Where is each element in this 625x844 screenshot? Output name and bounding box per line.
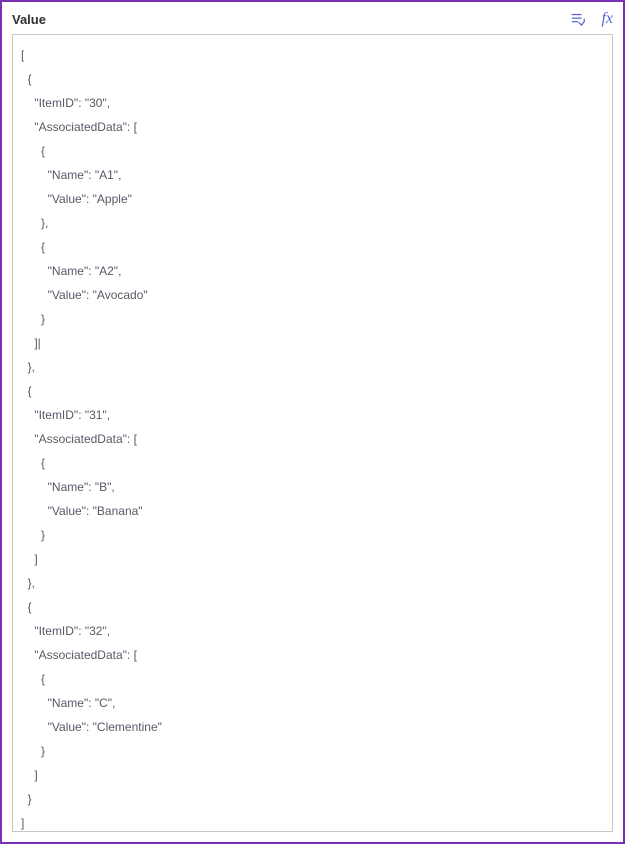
code-text: [ { "ItemID": "30", "AssociatedData": [ … [21, 43, 604, 832]
refresh-data-icon[interactable] [569, 10, 587, 28]
fx-icon[interactable]: fx [601, 11, 613, 27]
card-header: Value fx [12, 8, 613, 30]
code-editor[interactable]: [ { "ItemID": "30", "AssociatedData": [ … [12, 34, 613, 832]
field-label: Value [12, 12, 46, 27]
header-toolbar: fx [569, 10, 613, 28]
value-card: Value fx [ { "ItemID": "30", "Associated… [0, 0, 625, 844]
